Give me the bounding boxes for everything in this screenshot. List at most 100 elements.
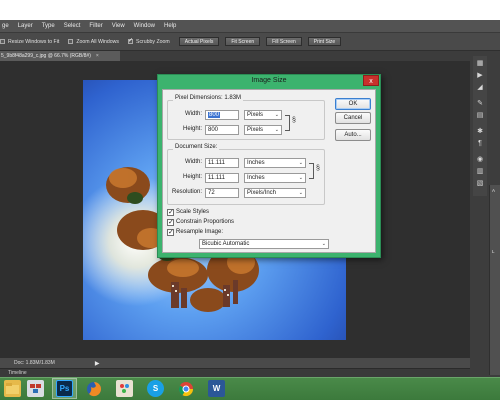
chevron-down-icon: ⌄ xyxy=(298,175,303,181)
pixel-width-unit: Pixels xyxy=(247,112,264,118)
resolution-unit-select[interactable]: Pixels/Inch ⌄ xyxy=(244,188,306,198)
pixel-dimensions-value: 1.83M xyxy=(224,95,242,101)
brush-panel-icon[interactable]: ✎ xyxy=(476,100,484,108)
chrome-icon[interactable] xyxy=(177,380,194,397)
firefox-icon[interactable] xyxy=(85,380,102,397)
dialog-close-button[interactable]: x xyxy=(363,75,379,86)
menu-filter[interactable]: Filter xyxy=(89,23,102,29)
layers-panel-icon[interactable]: ▥ xyxy=(476,168,484,176)
zoom-all-windows-checkbox[interactable] xyxy=(68,39,74,44)
doc-width-unit-select[interactable]: Inches ⌄ xyxy=(244,158,306,168)
resample-method-value: Bicubic Automatic xyxy=(202,241,250,247)
resolution-input[interactable]: 72 xyxy=(205,188,239,198)
pixel-dimensions-legend: Pixel Dimensions: 1.83M xyxy=(173,95,244,101)
info-panel-icon[interactable]: ▤ xyxy=(476,112,484,120)
pixel-height-value: 800 xyxy=(208,127,219,133)
dialog-body: Pixel Dimensions: 1.83M Width: 800 Pixel… xyxy=(162,89,376,253)
screen-top-margin xyxy=(0,0,500,20)
doc-link-bracket xyxy=(309,163,314,179)
pixel-link-bracket xyxy=(285,115,290,131)
pixel-height-input[interactable]: 800 xyxy=(205,125,239,135)
pixel-height-unit-select[interactable]: Pixels ⌄ xyxy=(244,125,282,135)
resize-windows-option[interactable]: Resize Windows to Fit xyxy=(0,39,59,45)
pixel-width-label: Width: xyxy=(185,111,203,117)
document-tab[interactable]: 5_9b8f48a299_c.jpg @ 66.7% (RGB/8#) × xyxy=(0,51,120,61)
play-panel-icon[interactable]: ▶ xyxy=(476,72,484,80)
paragraph-panel-icon[interactable]: ¶ xyxy=(476,140,484,148)
close-tab-icon[interactable]: × xyxy=(96,53,99,59)
doc-size-readout: Doc: 1.83M/1.83M xyxy=(14,360,55,366)
pixel-width-input[interactable]: 800 xyxy=(205,110,239,120)
chevron-down-icon: ⌄ xyxy=(298,190,303,196)
pixel-dimensions-label: Pixel Dimensions: xyxy=(175,95,223,101)
fit-screen-button[interactable]: Fit Screen xyxy=(225,37,261,46)
menu-layer[interactable]: Layer xyxy=(18,23,33,29)
dialog-title: Image Size xyxy=(251,77,287,84)
constrain-proportions-label: Constrain Proportions xyxy=(176,219,235,225)
scrubby-zoom-label: Scrubby Zoom xyxy=(136,38,170,45)
zoom-all-windows-label: Zoom All Windows xyxy=(76,38,119,45)
constrain-proportions-checkbox[interactable] xyxy=(167,218,174,226)
menu-bar: ge Layer Type Select Filter View Window … xyxy=(0,20,500,32)
options-bar: Resize Windows to Fit Zoom All Windows S… xyxy=(0,32,500,51)
adjustments-panel: A L xyxy=(489,185,500,375)
zoom-all-windows-option[interactable]: Zoom All Windows xyxy=(68,39,119,45)
document-size-legend: Document Size: xyxy=(173,144,220,150)
word-icon[interactable]: W xyxy=(208,380,225,397)
menu-window[interactable]: Window xyxy=(134,23,155,29)
scrubby-zoom-checkbox[interactable] xyxy=(128,37,133,44)
ok-button[interactable]: OK xyxy=(335,98,371,110)
skype-icon[interactable]: S xyxy=(147,380,164,397)
channels-panel-icon[interactable]: ▧ xyxy=(476,180,484,188)
resample-image-label: Resample Image: xyxy=(176,229,224,235)
timeline-panel-header[interactable]: Timeline xyxy=(0,368,470,377)
doc-height-unit-select[interactable]: Inches ⌄ xyxy=(244,173,306,183)
status-menu-arrow-icon[interactable]: ▶ xyxy=(95,360,100,367)
chain-link-icon: § xyxy=(316,165,320,172)
menu-image[interactable]: ge xyxy=(2,23,9,29)
status-bar: Doc: 1.83M/1.83M ▶ xyxy=(0,358,470,368)
fill-screen-button[interactable]: Fill Screen xyxy=(266,37,302,46)
resample-image-checkbox[interactable] xyxy=(167,228,174,236)
chevron-down-icon: ⌄ xyxy=(274,112,279,118)
scale-styles-label: Scale Styles xyxy=(176,209,210,215)
menu-select[interactable]: Select xyxy=(64,23,81,29)
panel-icon-strip: ▦ ▶ ◢ ✎ ▤ ✱ ¶ ◉ ▥ ▧ xyxy=(473,56,487,196)
file-explorer-icon[interactable] xyxy=(4,380,21,397)
menu-view[interactable]: View xyxy=(112,23,125,29)
document-tab-title: 5_9b8f48a299_c.jpg @ 66.7% (RGB/8#) xyxy=(1,53,91,59)
pixel-width-unit-select[interactable]: Pixels ⌄ xyxy=(244,110,282,120)
print-size-button[interactable]: Print Size xyxy=(307,37,342,46)
pixel-width-value: 800 xyxy=(208,112,221,118)
doc-height-input[interactable]: 11.111 xyxy=(205,173,239,183)
photoshop-icon[interactable]: Ps xyxy=(56,380,73,397)
chain-link-icon: § xyxy=(292,117,296,124)
menu-help[interactable]: Help xyxy=(164,23,176,29)
doc-width-label: Width: xyxy=(185,159,203,165)
resample-method-select[interactable]: Bicubic Automatic ⌄ xyxy=(199,239,329,249)
navigator-panel-icon[interactable]: ◉ xyxy=(476,156,484,164)
cancel-button[interactable]: Cancel xyxy=(335,112,371,124)
adjustments-panel-icon[interactable]: ✱ xyxy=(476,128,484,136)
menu-type[interactable]: Type xyxy=(42,23,55,29)
resize-windows-label: Resize Windows to Fit xyxy=(8,38,60,45)
doc-width-input[interactable]: 11.111 xyxy=(205,158,239,168)
doc-width-unit: Inches xyxy=(247,160,265,166)
network-icon[interactable] xyxy=(27,380,44,397)
resize-windows-checkbox[interactable] xyxy=(0,39,5,44)
history-panel-icon[interactable]: ▦ xyxy=(476,60,484,68)
layers-panel-tab[interactable]: L xyxy=(492,249,495,254)
chevron-down-icon: ⌄ xyxy=(321,241,326,247)
resolution-label: Resolution: xyxy=(172,189,203,195)
auto-button[interactable]: Auto... xyxy=(335,129,371,141)
doc-height-label: Height: xyxy=(183,174,203,180)
actual-pixels-button[interactable]: Actual Pixels xyxy=(178,37,220,46)
actions-panel-icon[interactable]: ◢ xyxy=(476,84,484,92)
scrubby-zoom-option[interactable]: Scrubby Zoom xyxy=(128,37,170,45)
resolution-value: 72 xyxy=(208,190,215,196)
scale-styles-checkbox[interactable] xyxy=(167,208,174,216)
pixel-height-label: Height: xyxy=(183,126,203,132)
doc-height-value: 11.111 xyxy=(208,175,226,181)
paint-icon[interactable] xyxy=(116,380,133,397)
adjustments-panel-tab[interactable]: A xyxy=(492,188,495,193)
